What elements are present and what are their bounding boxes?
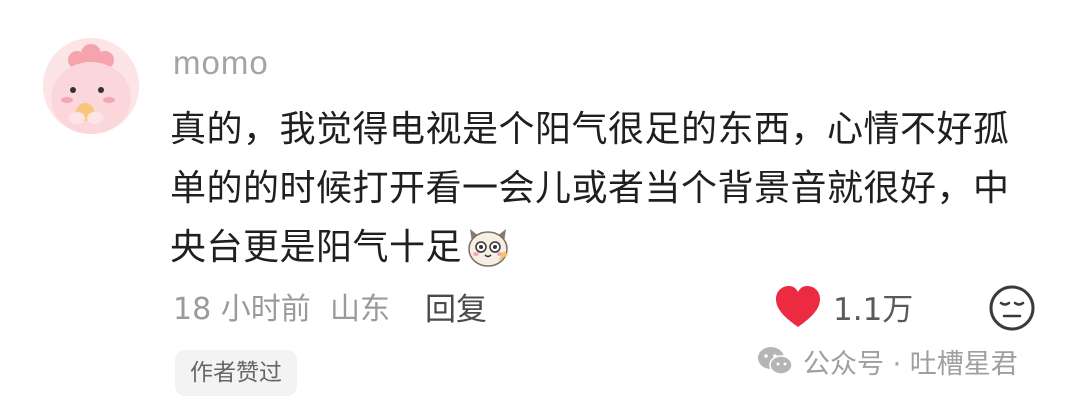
reply-button[interactable]: 回复 bbox=[425, 284, 487, 329]
watermark: 公众号 · 吐槽星君 bbox=[757, 340, 1018, 382]
heart-icon[interactable] bbox=[774, 285, 822, 329]
comment-line-text: 央台更是阳气十足 bbox=[170, 227, 463, 268]
wechat-icon bbox=[758, 347, 793, 375]
like-count: 1.1万 bbox=[833, 292, 914, 328]
avatar[interactable] bbox=[43, 38, 139, 134]
comment-location: 山东 bbox=[330, 292, 390, 327]
author-liked-badge: 作者赞过 bbox=[175, 350, 297, 396]
comment-time: 18 小时前 bbox=[173, 292, 311, 327]
watermark-text: 公众号 · 吐槽星君 bbox=[803, 348, 1018, 380]
username[interactable]: momo bbox=[173, 44, 269, 82]
avatar-character-icon bbox=[43, 38, 139, 134]
meh-face-icon[interactable] bbox=[988, 284, 1036, 332]
comment-line: 单的的时候打开看一会儿或者当个背景音就很好，中 bbox=[170, 168, 1010, 209]
comment-text: 真的，我觉得电视是个阳气很足的东西，心情不好孤 单的的时候打开看一会儿或者当个背… bbox=[170, 100, 1050, 277]
comment-line: 真的，我觉得电视是个阳气很足的东西，心情不好孤 bbox=[170, 109, 1010, 150]
comment-line-last: 央台更是阳气十足 bbox=[170, 218, 1050, 277]
cat-sticker-icon bbox=[464, 221, 512, 269]
